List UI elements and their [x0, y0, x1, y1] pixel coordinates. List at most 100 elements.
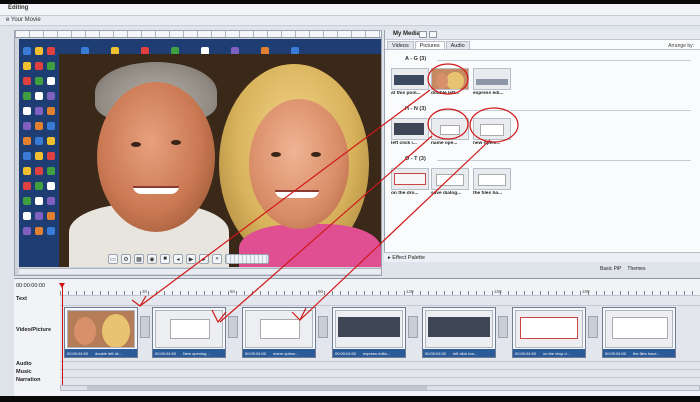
app-window: Editing e Your Movie ▭ ⚙ ▦ ◉ ■ ◂ ▶ ▸ » M…: [0, 4, 700, 396]
arrange-by-label[interactable]: Arrange by:: [668, 43, 694, 49]
clip-duration: 00:00:04:00: [425, 351, 447, 356]
media-item-label: express edi...: [473, 91, 504, 96]
media-item[interactable]: express edi...: [473, 68, 511, 98]
media-item[interactable]: double left...: [431, 68, 469, 98]
media-thumbnail: [391, 118, 429, 140]
media-item[interactable]: save dialog...: [431, 168, 469, 198]
transition-slot[interactable]: [318, 316, 328, 338]
clip-name: on the drop d...: [543, 351, 570, 356]
timeline-clip[interactable]: 00:00:04:00 left click lea...: [422, 307, 496, 358]
woman-smile: [275, 190, 319, 198]
media-item[interactable]: the files ha...: [473, 168, 511, 198]
step-forward-button[interactable]: ▸: [199, 254, 209, 264]
media-thumbnail: [431, 118, 469, 140]
track-label-narration: Narration: [16, 377, 41, 383]
tick-label: 150: [494, 289, 502, 294]
clip-thumbnail: [155, 310, 223, 348]
media-item[interactable]: on the dro...: [391, 168, 429, 198]
media-item-label: save dialog...: [431, 191, 462, 196]
media-thumbnail: [473, 68, 511, 90]
step-back-button[interactable]: ◂: [173, 254, 183, 264]
tick-label: 90: [318, 289, 324, 294]
basic-pip-button[interactable]: Basic PiP: [600, 266, 621, 272]
music-track[interactable]: [60, 369, 700, 377]
desktop-icon: [47, 92, 55, 100]
clip-thumbnail: [515, 310, 583, 348]
clip-thumbnail: [605, 310, 673, 348]
media-options-icon[interactable]: [429, 31, 437, 38]
playhead[interactable]: [59, 283, 65, 391]
screenshot-frame: Editing e Your Movie ▭ ⚙ ▦ ◉ ■ ◂ ▶ ▸ » M…: [0, 0, 700, 402]
desktop-icon: [47, 122, 55, 130]
clip-duration: 00:00:04:00: [515, 351, 537, 356]
desktop-icon: [23, 212, 31, 220]
timeline-clip[interactable]: 00:00:04:00 express edito...: [332, 307, 406, 358]
text-track[interactable]: [60, 295, 700, 305]
desktop-icon: [47, 167, 55, 175]
group-label-h-n: H - N (3): [405, 106, 427, 112]
transition-slot[interactable]: [140, 316, 150, 338]
media-thumbnail: [391, 68, 429, 90]
timeline-clip[interactable]: 00:00:04:00 double left cli...: [64, 307, 138, 358]
media-title: My Media: [393, 31, 421, 37]
timeline-ruler[interactable]: 00:00:00:00 30 60 90 120 150 180: [14, 283, 700, 297]
timeline-clip[interactable]: 00:00:04:00 the files have...: [602, 307, 676, 358]
monitor-icon[interactable]: ▭: [108, 254, 118, 264]
desktop-icon: [47, 107, 55, 115]
transition-slot[interactable]: [588, 316, 598, 338]
media-view-icon[interactable]: [419, 31, 427, 38]
camera-icon[interactable]: ◉: [147, 254, 157, 264]
media-item[interactable]: new openi...: [473, 118, 511, 148]
tick-label: 60: [230, 289, 236, 294]
scrollbar-thumb[interactable]: [87, 386, 427, 390]
media-tabs: Videos Pictures Audio: [385, 41, 700, 50]
media-item[interactable]: left click i...: [391, 118, 429, 148]
media-panel: My Media Videos Pictures Audio Arrange b…: [384, 30, 700, 252]
tick-label: 30: [142, 289, 148, 294]
media-item[interactable]: at this poin...: [391, 68, 429, 98]
desktop-icon: [23, 77, 31, 85]
tab-videos[interactable]: Videos: [387, 41, 414, 49]
man-smile: [133, 186, 179, 194]
play-button[interactable]: ▶: [186, 254, 196, 264]
preview-canvas[interactable]: [19, 39, 381, 267]
stop-button[interactable]: ■: [160, 254, 170, 264]
settings-icon[interactable]: ⚙: [121, 254, 131, 264]
tab-pictures[interactable]: Pictures: [414, 41, 445, 49]
effect-palette-label: Effect Palette: [392, 255, 425, 261]
media-item[interactable]: name ope...: [431, 118, 469, 148]
man-face: [97, 82, 215, 232]
desktop-icon: [23, 167, 31, 175]
grid-icon[interactable]: ▦: [134, 254, 144, 264]
timeline-clip[interactable]: 00:00:04:00 mene option...: [242, 307, 316, 358]
preview-scrubber[interactable]: [19, 268, 381, 274]
clip-name: left click lea...: [453, 351, 478, 356]
transition-slot[interactable]: [498, 316, 508, 338]
timeline-clip[interactable]: 00:00:04:00 on the drop d...: [512, 307, 586, 358]
woman-eye-left: [271, 152, 281, 157]
desktop-icon: [23, 122, 31, 130]
audio-track[interactable]: [60, 361, 700, 369]
themes-button[interactable]: Themes: [627, 266, 645, 272]
clip-thumbnail: [425, 310, 493, 348]
desktop-icon: [35, 197, 43, 205]
fast-forward-button[interactable]: »: [212, 254, 222, 264]
media-thumbnail: [431, 68, 469, 90]
desktop-icon: [23, 47, 31, 55]
transition-slot[interactable]: [228, 316, 238, 338]
desktop-icon: [35, 122, 43, 130]
tab-audio[interactable]: Audio: [445, 41, 470, 49]
track-label-video: Video/Picture: [16, 327, 52, 333]
window-title: Editing: [8, 5, 29, 11]
effect-palette-bar[interactable]: ▸ Effect Palette: [384, 252, 700, 262]
desktop-icon: [35, 107, 43, 115]
jog-shuttle[interactable]: [225, 254, 269, 264]
timeline-scrollbar[interactable]: [60, 385, 700, 391]
transition-slot[interactable]: [408, 316, 418, 338]
desktop-icon: [23, 227, 31, 235]
timeline-clip[interactable]: 00:00:04:00 New opening...: [152, 307, 226, 358]
desktop-icon: [47, 62, 55, 70]
desktop-icon: [23, 107, 31, 115]
narration-track[interactable]: [60, 377, 700, 385]
media-item-label: double left...: [431, 91, 460, 96]
